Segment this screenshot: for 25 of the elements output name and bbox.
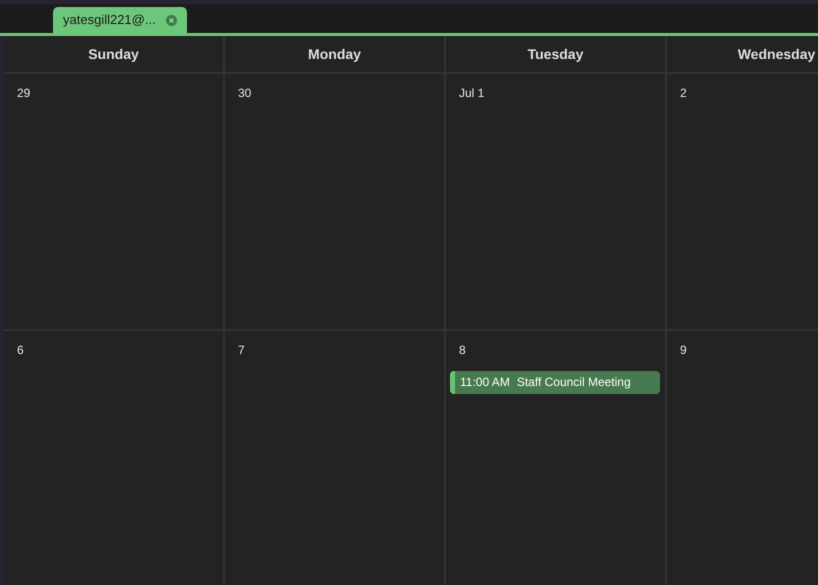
- account-tab[interactable]: yatesgill221@...: [53, 7, 187, 33]
- date-number: 7: [238, 342, 245, 358]
- event-title: Staff Council Meeting: [516, 374, 631, 391]
- calendar-event[interactable]: 11:00 AM Staff Council Meeting: [450, 370, 660, 394]
- weekday-header: Wednesday: [667, 36, 818, 72]
- day-cell[interactable]: 6: [4, 330, 225, 585]
- weekday-header: Monday: [225, 36, 446, 72]
- day-cell[interactable]: 8 11:00 AM Staff Council Meeting: [446, 330, 667, 585]
- date-number: 8: [459, 342, 466, 358]
- date-number: 29: [17, 85, 30, 102]
- date-number: 9: [680, 342, 687, 358]
- date-number: 30: [238, 85, 252, 102]
- day-cell[interactable]: 29: [4, 74, 225, 328]
- day-cell[interactable]: 2: [667, 74, 818, 328]
- day-cell[interactable]: Jul 1: [446, 74, 667, 328]
- day-cell[interactable]: 30: [225, 74, 446, 328]
- date-number: 6: [17, 342, 24, 358]
- weekday-header: Sunday: [4, 36, 225, 72]
- event-time: 11:00 AM: [460, 374, 510, 391]
- close-icon[interactable]: [166, 14, 177, 26]
- date-number: 2: [680, 85, 687, 102]
- day-cell[interactable]: 9: [667, 330, 818, 585]
- weekday-header: Tuesday: [446, 36, 667, 72]
- day-cell[interactable]: 7: [225, 330, 446, 585]
- date-number: Jul 1: [459, 85, 484, 102]
